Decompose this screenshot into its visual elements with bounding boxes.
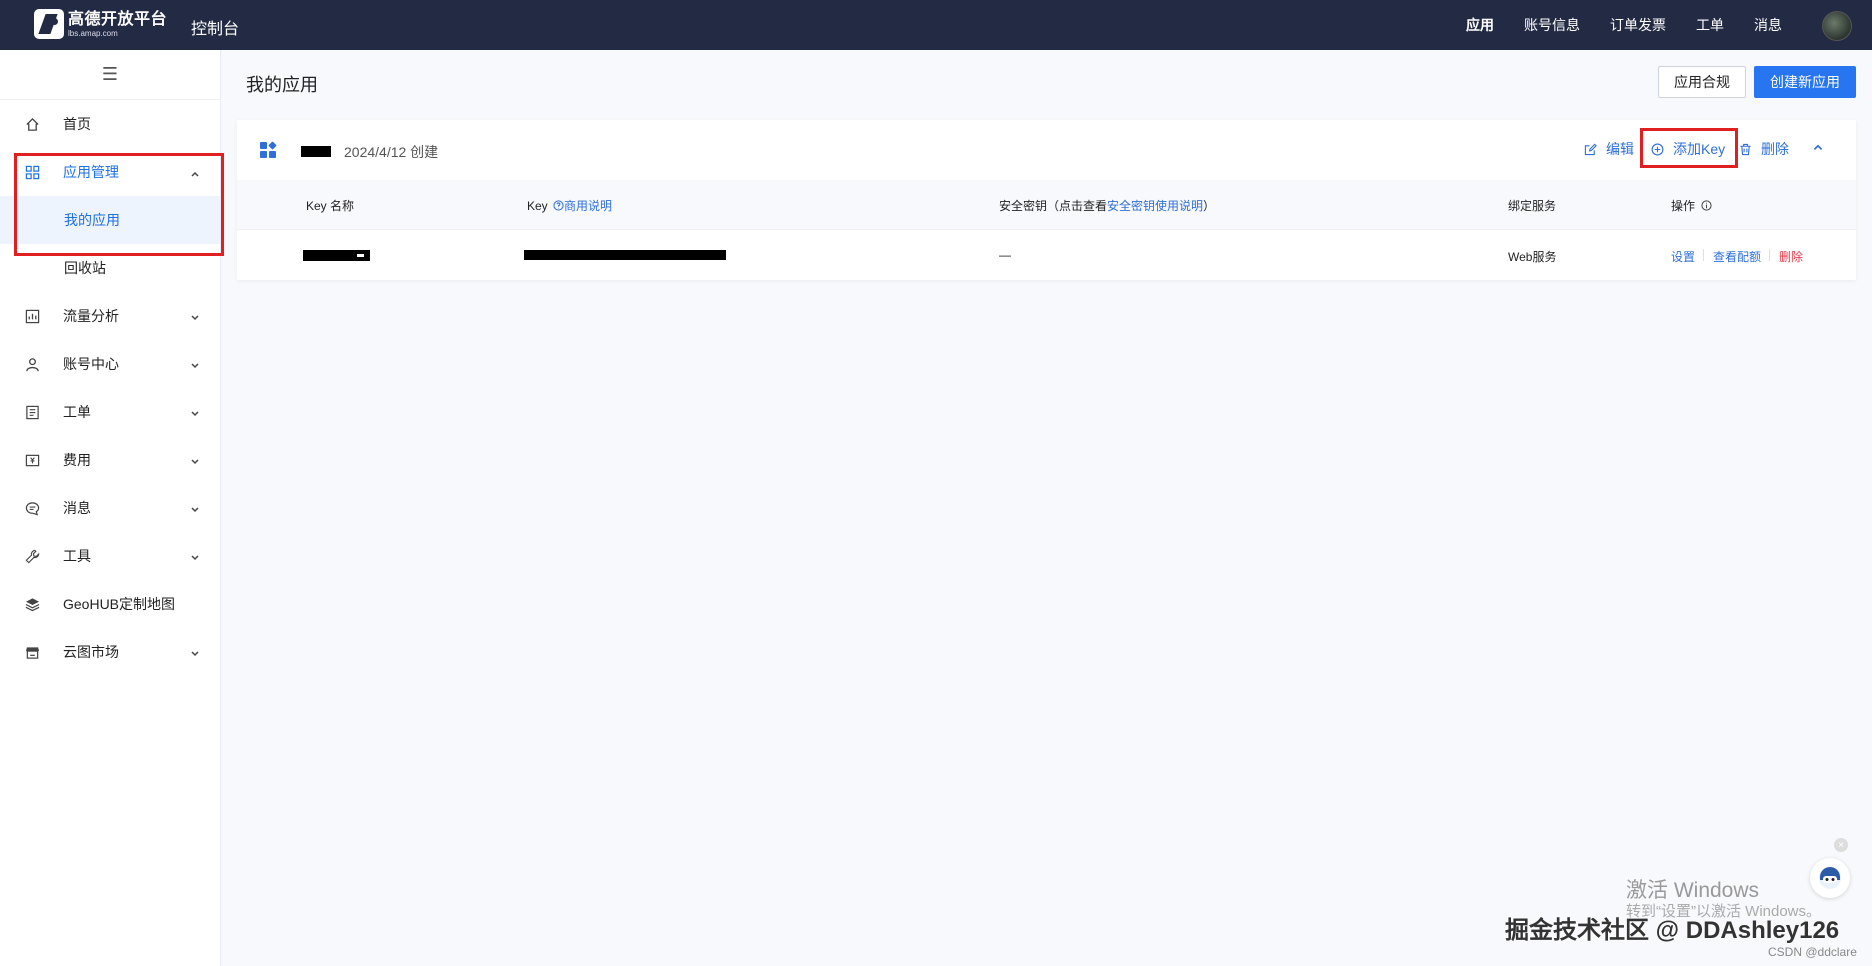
secret-value: — (999, 248, 1011, 262)
topnav-tickets[interactable]: 工单 (1696, 15, 1724, 35)
top-nav: 应用 账号信息 订单发票 工单 消息 (1436, 0, 1782, 50)
add-circle-icon (1651, 143, 1664, 156)
delete-key-link[interactable]: 删除 (1779, 248, 1803, 265)
app-name-redacted (301, 146, 331, 157)
sidebar: ☰ 首页 应用管理 我的应用 回收站 流量分析 账号中心 工单 费用 消息 工具… (0, 50, 221, 966)
sidebar-item-geohub[interactable]: GeoHUB定制地图 (0, 580, 220, 628)
sidebar-item-label: 账号中心 (63, 356, 119, 372)
col-secret: 安全密钥（点击查看安全密钥使用说明） (999, 199, 1216, 213)
sidebar-subitem-recycle-bin[interactable]: 回收站 (0, 244, 220, 292)
topnav-apps[interactable]: 应用 (1466, 15, 1494, 35)
fee-icon (24, 452, 40, 468)
app-created-date: 2024/4/12 创建 (344, 144, 439, 160)
console-title[interactable]: 控制台 (191, 15, 239, 39)
edit-icon (1584, 143, 1597, 156)
delete-app-button[interactable]: 删除 (1739, 139, 1789, 159)
help-circle-icon (553, 200, 564, 211)
home-icon (24, 116, 40, 132)
chevron-down-icon (190, 454, 200, 470)
top-bar: 高德开放平台 lbs.amap.com 控制台 应用 账号信息 订单发票 工单 … (0, 0, 1872, 50)
secret-usage-link[interactable]: 安全密钥使用说明 (1107, 199, 1203, 213)
view-quota-link[interactable]: 查看配额 (1713, 248, 1761, 265)
chevron-down-icon (190, 502, 200, 518)
chevron-up-icon (190, 166, 200, 182)
logo-url: lbs.amap.com (68, 28, 118, 38)
settings-link[interactable]: 设置 (1671, 248, 1695, 265)
sidebar-subitem-my-apps[interactable]: 我的应用 (0, 196, 220, 244)
col-operations: 操作 (1671, 197, 1712, 214)
sidebar-item-label: 首页 (63, 116, 91, 132)
topnav-orders-invoices[interactable]: 订单发票 (1610, 15, 1666, 35)
app-card-header: 2024/4/12 创建 编辑 添加Key 删除 (237, 120, 1856, 180)
app-card: 2024/4/12 创建 编辑 添加Key 删除 Key 名称 Key 商用说明… (237, 120, 1856, 280)
collapse-menu-icon[interactable]: ☰ (0, 50, 220, 100)
topnav-messages[interactable]: 消息 (1754, 15, 1782, 35)
sidebar-item-account-center[interactable]: 账号中心 (0, 340, 220, 388)
sidebar-item-app-management[interactable]: 应用管理 (0, 148, 220, 196)
chevron-down-icon (190, 646, 200, 662)
sidebar-item-fees[interactable]: 费用 (0, 436, 220, 484)
chevron-down-icon (190, 310, 200, 326)
layers-icon (24, 596, 40, 612)
assistant-avatar-button[interactable] (1810, 858, 1850, 898)
info-icon[interactable] (1701, 200, 1712, 211)
sidebar-item-traffic-analysis[interactable]: 流量分析 (0, 292, 220, 340)
sidebar-item-label: 应用管理 (63, 164, 119, 180)
page-title: 我的应用 (246, 75, 318, 95)
logo-name: 高德开放平台 (68, 10, 168, 28)
amap-logo-icon (34, 9, 64, 39)
col-bound-service: 绑定服务 (1508, 199, 1557, 213)
sidebar-item-label: 云图市场 (63, 644, 119, 660)
chevron-down-icon (190, 406, 200, 422)
sidebar-item-tickets[interactable]: 工单 (0, 388, 220, 436)
message-icon (24, 500, 40, 516)
apps-grid-icon (24, 164, 40, 180)
key-value-redacted (524, 250, 726, 260)
chart-icon (24, 308, 40, 324)
close-icon[interactable]: × (1834, 838, 1848, 852)
col-key-name: Key 名称 (306, 199, 355, 213)
sidebar-item-home[interactable]: 首页 (0, 100, 220, 148)
trash-icon (1739, 143, 1752, 156)
sidebar-item-messages[interactable]: 消息 (0, 484, 220, 532)
col-key: Key 商用说明 (527, 199, 613, 213)
topnav-account-info[interactable]: 账号信息 (1524, 15, 1580, 35)
user-icon (24, 356, 40, 372)
app-compliance-button[interactable]: 应用合规 (1658, 66, 1746, 98)
juejin-watermark: 掘金技术社区 @ DDAshley126 (1505, 917, 1840, 944)
ticket-icon (24, 404, 40, 420)
chevron-down-icon (190, 550, 200, 566)
csdn-watermark: CSDN @ddclare (1768, 945, 1857, 959)
user-avatar[interactable] (1822, 11, 1852, 41)
create-app-button[interactable]: 创建新应用 (1754, 66, 1856, 98)
table-row: — Web服务 设置 查看配额 删除 (237, 230, 1856, 280)
chevron-down-icon (190, 358, 200, 374)
edit-app-button[interactable]: 编辑 (1584, 139, 1634, 159)
sidebar-item-label: 工具 (63, 548, 91, 564)
app-icon (260, 141, 277, 158)
add-key-button[interactable]: 添加Key (1651, 139, 1725, 159)
sidebar-item-label: GeoHUB定制地图 (63, 596, 176, 612)
sidebar-item-label: 工单 (63, 404, 91, 420)
bound-service-value: Web服务 (1508, 250, 1557, 264)
sidebar-item-tools[interactable]: 工具 (0, 532, 220, 580)
keys-table-header: Key 名称 Key 商用说明 安全密钥（点击查看安全密钥使用说明） 绑定服务 … (237, 180, 1856, 230)
collapse-card-icon[interactable] (1812, 141, 1824, 153)
sidebar-item-cloud-market[interactable]: 云图市场 (0, 628, 220, 676)
store-icon (24, 644, 40, 660)
amap-logo[interactable]: 高德开放平台 lbs.amap.com (34, 9, 167, 39)
sidebar-item-label: 费用 (63, 452, 91, 468)
sidebar-item-label: 流量分析 (63, 308, 119, 324)
commercial-info-link[interactable]: 商用说明 (551, 199, 612, 213)
wrench-icon (24, 548, 40, 564)
assistant-icon (1819, 867, 1841, 889)
sidebar-item-label: 消息 (63, 500, 91, 516)
